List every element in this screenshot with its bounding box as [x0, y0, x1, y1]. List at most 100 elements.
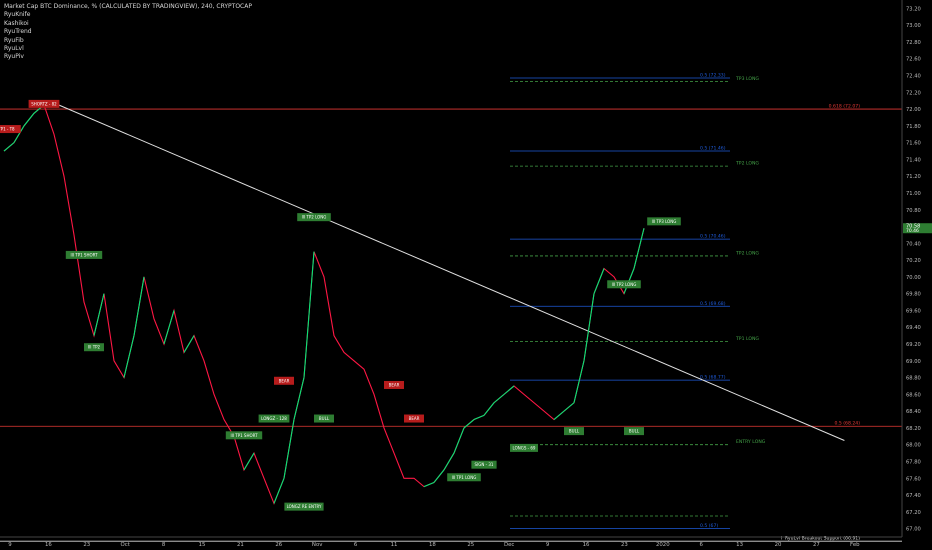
- price-up-segment-56: [553, 410, 565, 420]
- x-tick-label-0: 9: [8, 542, 12, 548]
- price-up-segment-25: [243, 452, 255, 471]
- x-tick-label-6: 21: [237, 542, 244, 548]
- price-up-segment-64: [633, 228, 645, 269]
- y-tick-label-2: 72.80: [906, 40, 921, 46]
- annotation-text-7: LONGZ RE ENTRY: [287, 504, 322, 509]
- y-tick-label-6: 72.00: [906, 107, 921, 113]
- level-lines: 0.618 (72.07)0.5 (68.24)↑ RyuLvl Breakou…: [0, 73, 902, 542]
- y-tick-label-15: 70.20: [906, 258, 921, 264]
- level-label-3: 0.5 (72.33): [700, 73, 726, 79]
- x-tick-label-4: 8: [162, 542, 166, 548]
- x-tick-label-17: 2020: [656, 542, 670, 548]
- price-up-segment-51: [503, 385, 515, 395]
- y-tick-label-8: 71.60: [906, 141, 921, 147]
- price-up-segment-30: [293, 377, 305, 420]
- price-up-segment-3: [23, 112, 35, 127]
- x-tick-label-20: 20: [775, 542, 782, 548]
- y-tick-label-25: 68.20: [906, 426, 921, 432]
- axes: 73.20 73.00 72.80 72.60 72.40 72.20 72.00 71.80…: [0, 0, 932, 548]
- annotation-text-14: LONGS - 69: [513, 445, 536, 450]
- y-tick-label-0: 73.20: [906, 6, 921, 12]
- y-tick-label-3: 72.60: [906, 57, 921, 63]
- x-tick-label-7: 26: [275, 542, 282, 548]
- price-up-segment-17: [163, 310, 175, 345]
- x-tick-label-9: 6: [354, 542, 358, 548]
- y-tick-label-26: 68.00: [906, 443, 921, 449]
- y-tick-label-16: 70.00: [906, 275, 921, 281]
- annotation-text-15: BULL: [569, 429, 580, 434]
- level-label-11: TP2 LONG: [735, 250, 759, 256]
- level-label-7: 0.5 (68.77): [700, 375, 726, 381]
- level-label-0: 0.618 (72.07): [829, 104, 861, 110]
- price-up-segment-58: [573, 360, 585, 403]
- annotation-layer: SHORTZ - 82 III TP1 - T8 III TP1 SHORT III …: [0, 99, 681, 511]
- y-tick-label-31: 67.00: [906, 527, 921, 533]
- price-up-segment-46: [453, 427, 465, 454]
- y-tick-label-9: 71.40: [906, 157, 921, 163]
- price-up-segment-59: [583, 293, 595, 361]
- annotation-text-18: III TP3 LONG: [652, 219, 677, 224]
- price-up-segment-1: [3, 142, 15, 152]
- last-price-label-2: 70.46: [906, 228, 919, 234]
- annotation-text-5: LONGZ - 128: [261, 416, 287, 421]
- x-tick-label-13: Dec: [504, 542, 514, 548]
- annotation-text-1: III TP1 - T8: [0, 127, 15, 132]
- annotation-text-9: BEAR: [279, 378, 290, 383]
- y-tick-label-30: 67.20: [906, 510, 921, 516]
- x-tick-label-2: 23: [83, 542, 90, 548]
- y-tick-label-10: 71.20: [906, 174, 921, 180]
- price-up-segment-14: [133, 276, 145, 336]
- level-label-6: 0.5 (69.68): [700, 301, 726, 307]
- x-tick-label-11: 18: [429, 542, 436, 548]
- trendline-layer: [58, 104, 845, 441]
- annotation-text-12: III TP1 LONG: [452, 475, 477, 480]
- price-up-segment-49: [483, 402, 495, 416]
- y-tick-label-12: 70.80: [906, 208, 921, 214]
- level-label-10: TP2 LONG: [735, 161, 759, 167]
- y-tick-label-7: 71.80: [906, 124, 921, 130]
- annotation-text-3: III TP2: [88, 345, 101, 350]
- price-up-segment-29: [283, 419, 295, 479]
- level-label-13: ENTRY LONG: [736, 439, 766, 445]
- x-tick-label-3: Oct: [121, 542, 130, 548]
- y-tick-label-28: 67.60: [906, 476, 921, 482]
- price-up-segment-60: [593, 268, 605, 294]
- y-tick-label-20: 69.20: [906, 342, 921, 348]
- annotation-text-11: BEAR: [409, 416, 420, 421]
- price-line: [3, 103, 645, 505]
- x-tick-label-8: Nov: [312, 542, 323, 548]
- x-tick-label-22: Feb: [850, 542, 860, 548]
- y-tick-label-22: 68.80: [906, 376, 921, 382]
- level-label-9: TP3 LONG: [735, 76, 759, 82]
- price-up-segment-19: [183, 335, 195, 353]
- y-tick-label-18: 69.60: [906, 308, 921, 314]
- level-label-8: 0.5 (67): [700, 523, 718, 529]
- annotation-text-17: III TP2 LONG: [612, 282, 637, 287]
- y-tick-label-5: 72.20: [906, 90, 921, 96]
- price-up-segment-28: [273, 478, 285, 504]
- annotation-text-10: BEAR: [389, 382, 400, 387]
- price-up-segment-13: [123, 335, 135, 378]
- y-tick-label-24: 68.40: [906, 409, 921, 415]
- annotation-text-2: III TP1 SHORT: [70, 252, 98, 257]
- price-chart[interactable]: 0.618 (72.07)0.5 (68.24)↑ RyuLvl Breakou…: [0, 0, 932, 550]
- price-up-segment-57: [563, 402, 575, 412]
- price-up-segment-45: [443, 452, 455, 471]
- level-label-4: 0.5 (71.46): [700, 146, 726, 152]
- y-tick-label-19: 69.40: [906, 325, 921, 331]
- annotation-text-13: SIGN - 31: [475, 462, 494, 467]
- price-up-segment-48: [473, 414, 485, 421]
- y-tick-label-23: 68.60: [906, 392, 921, 398]
- y-tick-label-17: 69.80: [906, 292, 921, 298]
- y-tick-label-14: 70.40: [906, 241, 921, 247]
- x-tick-label-1: 16: [45, 542, 52, 548]
- y-tick-label-27: 67.80: [906, 459, 921, 465]
- y-tick-label-29: 67.40: [906, 493, 921, 499]
- price-up-segment-43: [423, 481, 435, 488]
- x-tick-label-18: 6: [699, 542, 703, 548]
- price-up-segment-10: [93, 293, 105, 336]
- price-up-segment-44: [433, 469, 445, 483]
- annotation-text-8: BULL: [319, 416, 330, 421]
- x-tick-label-12: 25: [467, 542, 474, 548]
- annotation-text-16: BULL: [629, 429, 640, 434]
